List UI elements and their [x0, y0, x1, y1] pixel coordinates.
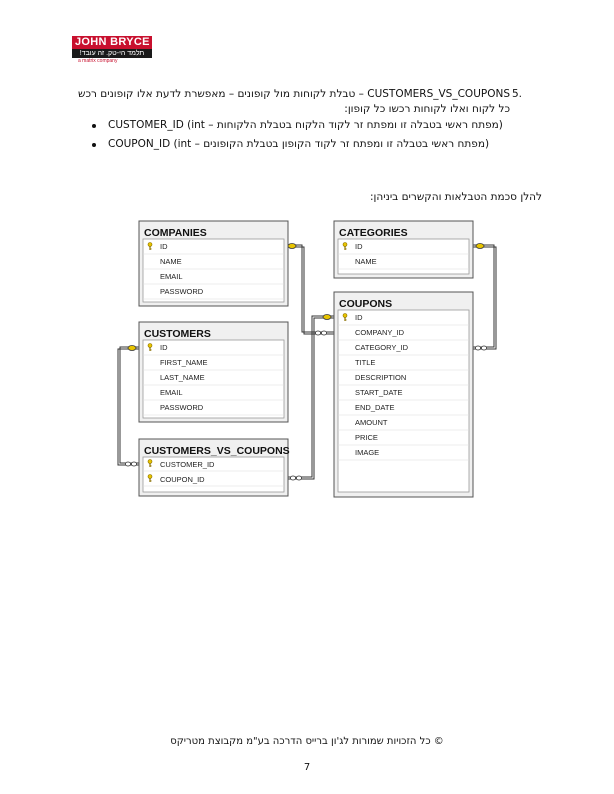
field: COUPON_ID	[160, 475, 205, 484]
field: TITLE	[355, 358, 375, 367]
table-customers-vs-coupons: CUSTOMERS_VS_COUPONS CUSTOMER_ID COUPON_…	[138, 438, 290, 497]
key-endpoint-icon	[287, 243, 297, 249]
field: END_DATE	[355, 403, 394, 412]
field: EMAIL	[160, 272, 183, 281]
field: PRICE	[355, 433, 378, 442]
field: IMAGE	[355, 448, 379, 457]
table-title: COMPANIES	[144, 227, 207, 239]
field: CUSTOMER_ID	[160, 460, 215, 469]
many-endpoint-icon	[480, 345, 487, 351]
field: START_DATE	[355, 388, 403, 397]
field: PASSWORD	[160, 403, 204, 412]
field: ID	[160, 343, 168, 352]
relationship-companies-coupons	[287, 243, 334, 336]
relationship-customers-cvc	[117, 345, 139, 467]
table-customers: CUSTOMERS ID FIRST_NAME LAST_NAME EMAIL …	[138, 321, 289, 423]
field: CATEGORY_ID	[355, 343, 409, 352]
field: ID	[355, 313, 363, 322]
many-endpoint-icon	[314, 330, 321, 336]
copyright-footer: © כל הזכויות שמורות לג'ון ברייס הדרכה בע…	[170, 736, 444, 747]
relationship-coupons-cvc	[288, 314, 334, 481]
many-endpoint-icon	[125, 461, 132, 467]
field: ID	[355, 242, 363, 251]
field: NAME	[355, 257, 377, 266]
table-coupons: COUPONS ID COMPANY_ID CATEGORY_ID TITLE …	[333, 291, 474, 498]
field: COMPANY_ID	[355, 328, 405, 337]
table-title: CUSTOMERS	[144, 328, 211, 340]
field: DESCRIPTION	[355, 373, 406, 382]
er-diagram: COMPANIES ID NAME EMAIL PASSWORD CATEGOR…	[117, 220, 497, 498]
many-endpoint-icon	[474, 345, 481, 351]
many-endpoint-icon	[130, 461, 137, 467]
key-endpoint-icon	[475, 243, 485, 249]
many-endpoint-icon	[289, 475, 296, 481]
field: NAME	[160, 257, 182, 266]
field: ID	[160, 242, 168, 251]
field: PASSWORD	[160, 287, 204, 296]
table-companies: COMPANIES ID NAME EMAIL PASSWORD	[138, 220, 289, 307]
table-title: CUSTOMERS_VS_COUPONS	[144, 445, 290, 457]
field: LAST_NAME	[160, 373, 205, 382]
table-title: CATEGORIES	[339, 227, 408, 239]
field: AMOUNT	[355, 418, 388, 427]
table-categories: CATEGORIES ID NAME	[333, 220, 474, 279]
field: EMAIL	[160, 388, 183, 397]
field: FIRST_NAME	[160, 358, 208, 367]
key-endpoint-icon	[127, 345, 137, 351]
page-number: 7	[303, 762, 311, 773]
key-endpoint-icon	[322, 314, 332, 320]
many-endpoint-icon	[295, 475, 302, 481]
table-title: COUPONS	[339, 298, 392, 310]
relationship-categories-coupons	[473, 243, 497, 351]
many-endpoint-icon	[320, 330, 327, 336]
